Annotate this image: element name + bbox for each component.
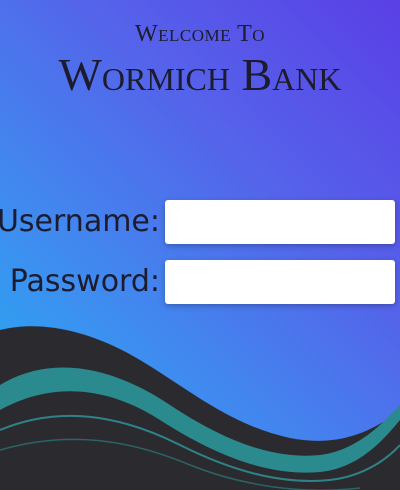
bank-name-title: Wormich Bank [58, 49, 342, 100]
password-row: Password: [0, 260, 400, 304]
username-label: Username: [0, 204, 160, 239]
username-input[interactable] [165, 200, 395, 244]
login-screen: Welcome To Wormich Bank Username: Passwo… [0, 0, 400, 490]
decorative-waves [0, 326, 400, 490]
header: Welcome To Wormich Bank [0, 20, 400, 100]
password-label: Password: [9, 264, 160, 299]
username-row: Username: [0, 200, 400, 244]
password-input[interactable] [165, 260, 395, 304]
welcome-text: Welcome To [134, 21, 266, 47]
